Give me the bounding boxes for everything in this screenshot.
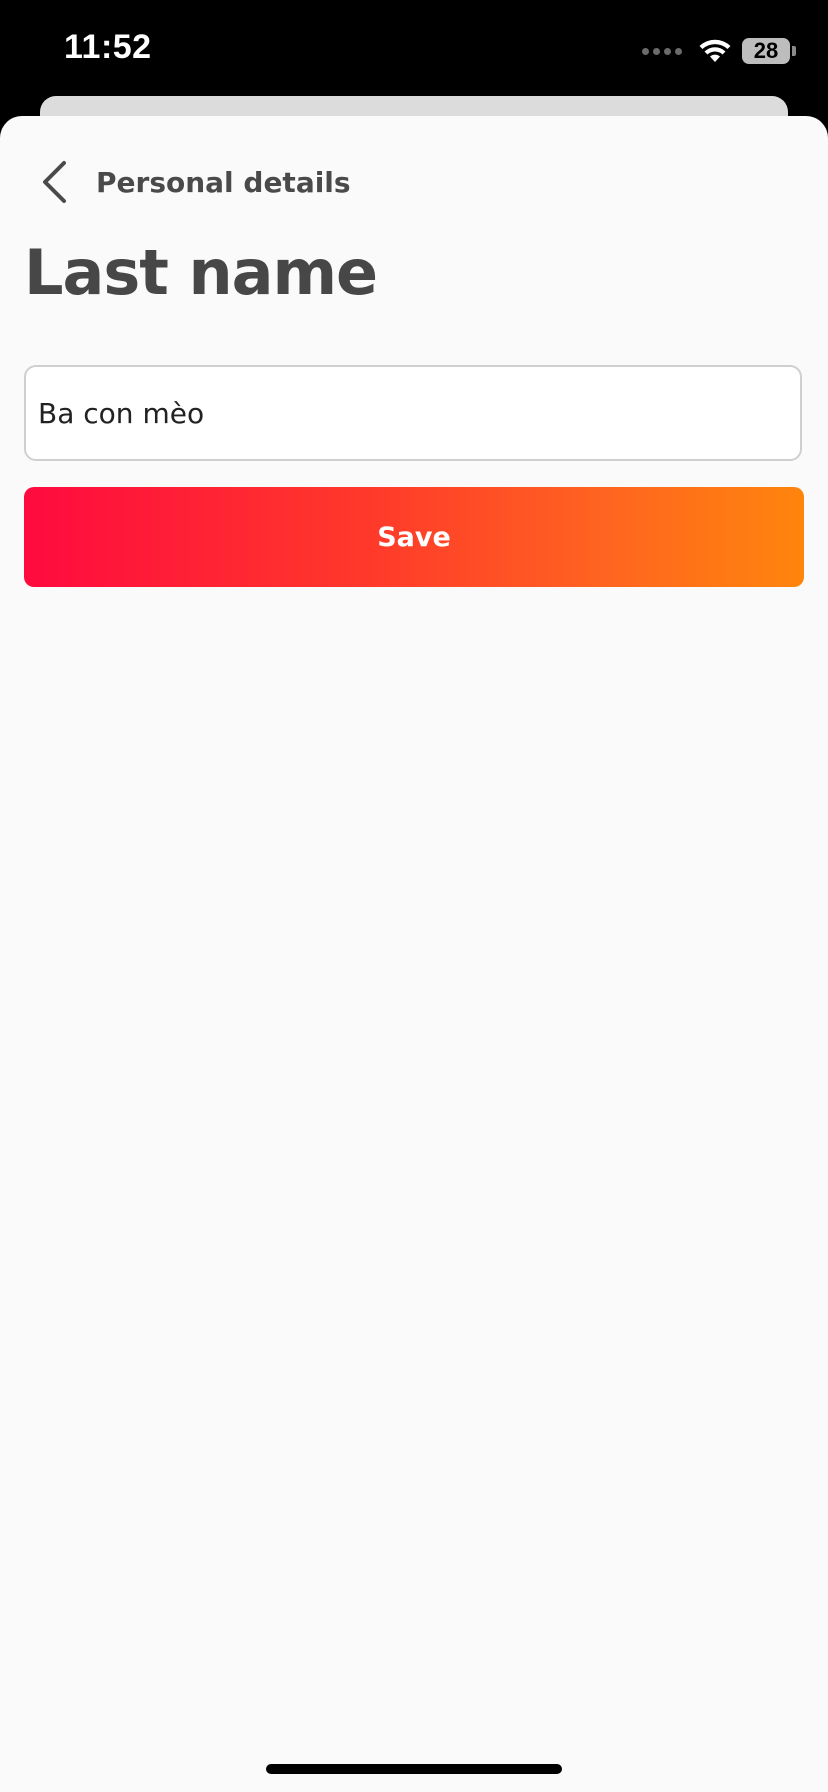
signal-icon — [642, 47, 682, 55]
status-bar: 11:52 28 — [0, 0, 828, 100]
battery-tip — [792, 46, 796, 56]
status-time: 11:52 — [64, 28, 152, 66]
back-button[interactable]: Personal details — [40, 152, 351, 212]
status-indicators: 28 — [642, 36, 796, 66]
home-indicator — [266, 1764, 562, 1774]
battery-icon: 28 — [742, 38, 790, 64]
save-button[interactable]: Save — [24, 487, 804, 587]
chevron-left-icon — [40, 158, 76, 206]
wifi-icon — [698, 38, 732, 64]
page-title: Last name — [24, 236, 378, 309]
battery-level: 28 — [753, 38, 779, 63]
last-name-input[interactable] — [24, 365, 802, 461]
back-label: Personal details — [96, 165, 351, 199]
modal-sheet: Personal details Last name Save — [0, 116, 828, 1792]
